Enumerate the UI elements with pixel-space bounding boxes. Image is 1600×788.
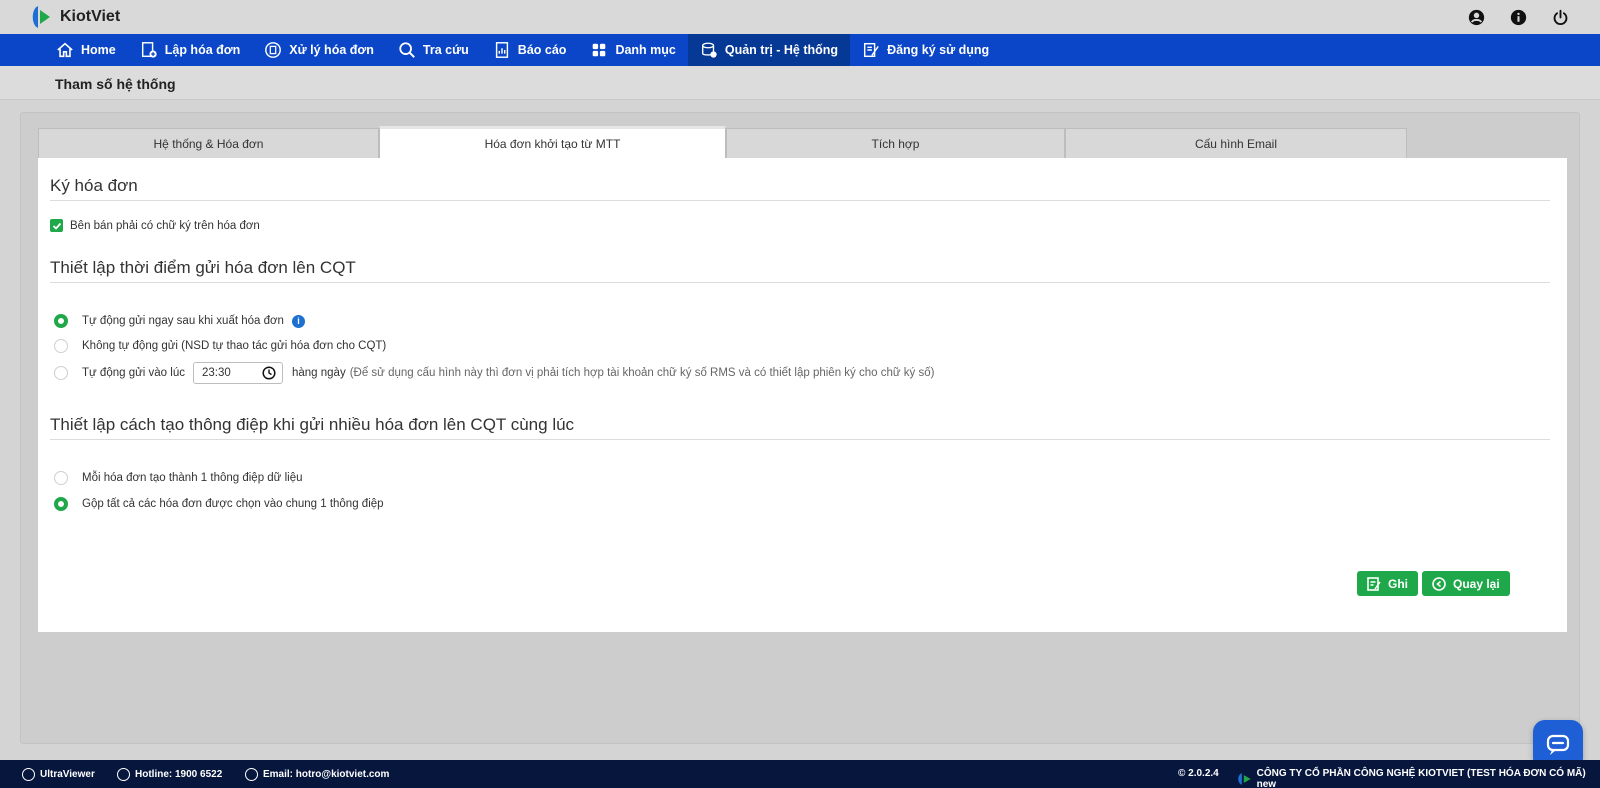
power-icon[interactable] — [1550, 7, 1570, 27]
info-icon[interactable] — [1508, 7, 1528, 27]
home-icon — [57, 42, 73, 58]
report-icon — [495, 42, 508, 58]
nav-process-invoice[interactable]: Xử lý hóa đơn — [252, 34, 386, 66]
section-sign-title: Ký hóa đơn — [50, 176, 138, 195]
settings-panel: Hệ thống & Hóa đơn Hóa đơn khởi tạo từ M… — [20, 112, 1580, 744]
sign-required-row: Bên bán phải có chữ ký trên hóa đơn — [50, 219, 260, 232]
top-bar: KiotViet — [0, 0, 1600, 34]
version-label: © 2.0.2.4 — [1178, 768, 1219, 779]
nav-home-label: Home — [81, 43, 116, 57]
footer-email[interactable]: Email: hotro@kiotviet.com — [245, 768, 389, 781]
message-per-invoice-label: Mỗi hóa đơn tạo thành 1 thông điệp dữ li… — [82, 472, 303, 484]
page-header: Tham số hệ thống — [0, 66, 1600, 100]
tab-content: Ký hóa đơn Bên bán phải có chữ ký trên h… — [38, 158, 1567, 632]
footer-hotline[interactable]: Hotline: 1900 6522 — [117, 768, 222, 781]
back-icon — [1432, 576, 1446, 591]
ultraviewer-label: UltraViewer — [40, 769, 95, 780]
process-invoice-icon — [265, 42, 282, 58]
footer: UltraViewer Hotline: 1900 6522 Email: ho… — [0, 760, 1600, 788]
search-icon — [399, 42, 415, 58]
send-manual-label: Không tự động gửi (NSD tự thao tác gửi h… — [82, 340, 387, 352]
nav-register[interactable]: Đăng ký sử dụng — [850, 34, 1001, 66]
send-option-row: Không tự động gửi (NSD tự thao tác gửi h… — [54, 339, 386, 353]
message-option-row: Mỗi hóa đơn tạo thành 1 thông điệp dữ li… — [54, 471, 302, 485]
hotline-label: Hotline: 1900 6522 — [135, 769, 223, 780]
send-option-row: Tự động gửi ngay sau khi xuất hóa đơn i — [54, 314, 305, 328]
send-scheduled-radio[interactable] — [54, 366, 68, 380]
phone-icon — [117, 768, 130, 781]
sign-required-checkbox[interactable] — [50, 219, 63, 232]
send-immediately-radio[interactable] — [54, 314, 68, 328]
company-label: CÔNG TY CỔ PHẦN CÔNG NGHỆ KIOTVIET (TEST… — [1256, 768, 1586, 788]
send-immediately-label: Tự động gửi ngay sau khi xuất hóa đơn — [82, 315, 284, 327]
back-button[interactable]: Quay lại — [1422, 571, 1510, 596]
tab-mtt-invoice[interactable]: Hóa đơn khởi tạo từ MTT — [379, 126, 726, 158]
footer-company: CÔNG TY CỔ PHẦN CÔNG NGHỆ KIOTVIET (TEST… — [1236, 768, 1600, 788]
nav-admin[interactable]: Quản trị - Hệ thống — [687, 34, 851, 66]
nav-report[interactable]: Báo cáo — [481, 34, 579, 66]
back-button-label: Quay lại — [1453, 576, 1500, 591]
nav-create-invoice-label: Lập hóa đơn — [164, 43, 241, 57]
save-button-label: Ghi — [1388, 576, 1408, 591]
clock-icon — [262, 366, 276, 380]
admin-icon — [701, 42, 717, 58]
sign-required-label: Bên bán phải có chữ ký trên hóa đơn — [70, 219, 260, 232]
message-per-invoice-radio[interactable] — [54, 471, 68, 485]
divider — [50, 282, 1550, 283]
nav-admin-label: Quản trị - Hệ thống — [724, 43, 839, 57]
logo-text: KiotViet — [60, 8, 121, 25]
tab-integration[interactable]: Tích hợp — [726, 128, 1065, 158]
email-icon — [245, 768, 258, 781]
chat-icon — [1546, 734, 1570, 755]
register-icon — [864, 42, 879, 58]
message-option-row: Gộp tất cả các hóa đơn được chọn vào chu… — [54, 497, 384, 511]
nav-catalog[interactable]: Danh mục — [578, 34, 687, 66]
email-label: Email: hotro@kiotviet.com — [263, 769, 390, 780]
main-nav: Home Lập hóa đơn Xử lý hóa đơn Tra cứu B… — [0, 34, 1600, 66]
settings-tabs: Hệ thống & Hóa đơn Hóa đơn khởi tạo từ M… — [38, 126, 1407, 158]
info-icon[interactable]: i — [291, 314, 305, 328]
message-merge-label: Gộp tất cả các hóa đơn được chọn vào chu… — [82, 498, 384, 510]
section-message-title: Thiết lập cách tạo thông điệp khi gửi nh… — [50, 415, 575, 434]
check-icon — [52, 222, 61, 230]
kiotviet-small-logo-icon — [1238, 773, 1251, 785]
save-button[interactable]: Ghi — [1357, 571, 1418, 596]
send-time-input[interactable]: 23:30 — [192, 362, 283, 384]
daily-label: hàng ngày — [291, 367, 346, 379]
send-manual-radio[interactable] — [54, 339, 68, 353]
footer-ultraviewer[interactable]: UltraViewer — [22, 768, 95, 781]
nav-register-label: Đăng ký sử dụng — [887, 43, 990, 57]
nav-search[interactable]: Tra cứu — [386, 34, 481, 66]
send-time-value: 23:30 — [201, 367, 231, 379]
section-send-time-title: Thiết lập thời điểm gửi hóa đơn lên CQT — [50, 258, 356, 277]
ultraviewer-icon — [22, 768, 35, 781]
nav-home[interactable]: Home — [44, 34, 128, 66]
kiotviet-logo-icon — [32, 6, 50, 28]
nav-search-label: Tra cứu — [422, 43, 469, 57]
tab-email-config[interactable]: Cấu hình Email — [1065, 128, 1407, 158]
message-merge-radio[interactable] — [54, 497, 68, 511]
nav-report-label: Báo cáo — [517, 43, 567, 57]
send-time-hint: (Để sử dụng cấu hình này thì đơn vị phải… — [349, 367, 935, 379]
kiotviet-logo[interactable]: KiotViet — [28, 4, 120, 30]
page-title: Tham số hệ thống — [55, 76, 176, 92]
footer-version: © 2.0.2.4 — [1178, 768, 1219, 779]
nav-catalog-label: Danh mục — [615, 43, 676, 57]
tab-system-invoice[interactable]: Hệ thống & Hóa đơn — [38, 128, 379, 158]
send-scheduled-label: Tự động gửi vào lúc — [82, 367, 185, 379]
grid-icon — [593, 43, 606, 57]
create-invoice-icon — [141, 42, 157, 58]
user-circle-icon[interactable] — [1466, 7, 1486, 27]
send-option-row: Tự động gửi vào lúc 23:30 hàng ngày (Để … — [54, 362, 934, 384]
nav-process-invoice-label: Xử lý hóa đơn — [289, 43, 374, 57]
nav-create-invoice[interactable]: Lập hóa đơn — [128, 34, 253, 66]
divider — [50, 200, 1550, 201]
divider — [50, 439, 1550, 440]
save-icon — [1367, 576, 1381, 591]
